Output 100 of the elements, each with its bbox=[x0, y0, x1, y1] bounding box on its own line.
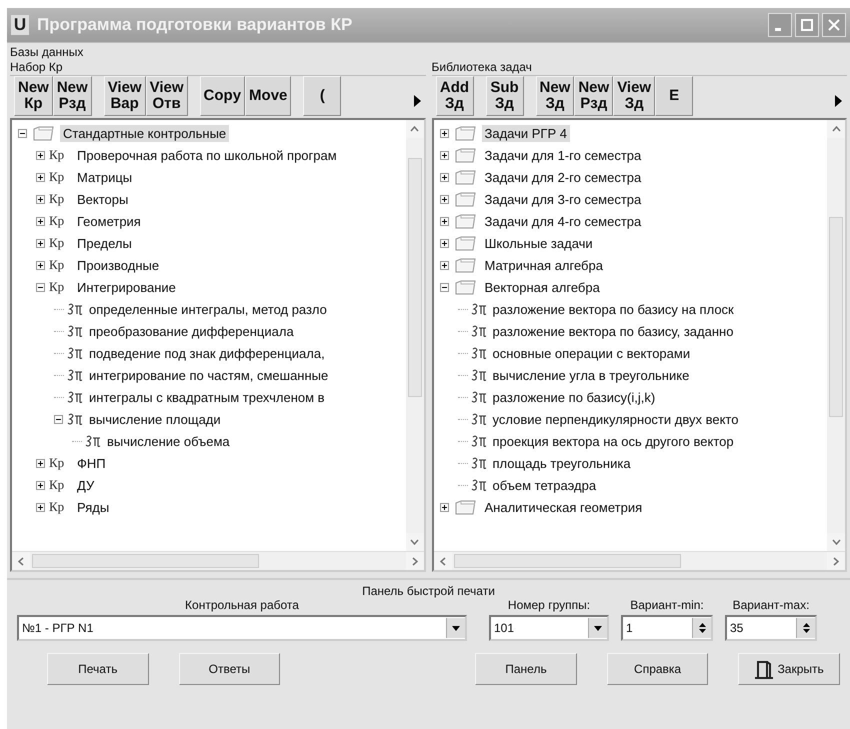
toolbar-button[interactable]: View Вар bbox=[104, 76, 146, 116]
toolbar-button[interactable]: E bbox=[655, 76, 694, 116]
expander-icon[interactable] bbox=[36, 260, 46, 270]
expander-icon[interactable] bbox=[36, 194, 46, 204]
close-button[interactable] bbox=[822, 13, 846, 37]
tree-item[interactable]: Задачи для 3-го семестра bbox=[482, 190, 644, 208]
maximize-button[interactable] bbox=[795, 13, 819, 37]
tree-item[interactable]: Векторная алгебра bbox=[482, 278, 603, 296]
maximize-icon bbox=[800, 18, 814, 32]
tree-item[interactable]: Задачи для 4-го семестра bbox=[482, 212, 644, 230]
expander-icon[interactable] bbox=[440, 150, 450, 160]
expander-icon[interactable] bbox=[440, 128, 450, 138]
vertical-scrollbar[interactable] bbox=[406, 120, 424, 551]
tree-item[interactable]: Интегрирование bbox=[74, 278, 179, 296]
folder-icon bbox=[452, 278, 478, 296]
expander-icon[interactable] bbox=[440, 260, 450, 270]
horizontal-scrollbar[interactable] bbox=[12, 551, 424, 570]
task-icon bbox=[470, 478, 486, 492]
spin-box[interactable]: 35 bbox=[725, 615, 817, 641]
tree-item[interactable]: Задачи РГР 4 bbox=[482, 124, 570, 142]
tree-item[interactable]: разложение вектора по базису, заданно bbox=[490, 322, 736, 340]
expander-icon[interactable] bbox=[36, 458, 46, 468]
item-icon: Кр bbox=[49, 477, 71, 493]
tree-item[interactable]: объем тетраэдра bbox=[490, 476, 600, 494]
scroll-right-icon[interactable] bbox=[412, 94, 422, 108]
toolbar-button[interactable]: Copy bbox=[200, 76, 246, 116]
tree-item[interactable]: условие перпендикулярности двух векто bbox=[490, 410, 742, 428]
horizontal-scrollbar[interactable] bbox=[434, 551, 845, 570]
toolbar-button[interactable]: New Кр bbox=[14, 76, 53, 116]
tree-item[interactable]: проекция вектора на ось другого вектор bbox=[490, 432, 737, 450]
expander-icon[interactable] bbox=[54, 414, 64, 424]
task-icon bbox=[470, 324, 486, 338]
expander-icon[interactable] bbox=[36, 282, 46, 292]
expander-icon[interactable] bbox=[36, 480, 46, 490]
tree-item[interactable]: ФНП bbox=[74, 454, 109, 472]
toolbar-button[interactable]: View Отв bbox=[146, 76, 188, 116]
toolbar-button[interactable]: Move bbox=[245, 76, 292, 116]
tree-item[interactable]: Матрицы bbox=[74, 168, 136, 186]
expander-icon[interactable] bbox=[440, 194, 450, 204]
expander-icon[interactable] bbox=[36, 216, 46, 226]
window-title: Программа подготовки вариантов КР bbox=[37, 15, 354, 35]
expander-icon[interactable] bbox=[36, 502, 46, 512]
expander-icon[interactable] bbox=[440, 216, 450, 226]
tree-item[interactable]: Геометрия bbox=[74, 212, 144, 230]
tree-item[interactable]: интегралы с квадратным трехчленом в bbox=[86, 388, 328, 406]
tree-item[interactable]: определенные интегралы, метод разло bbox=[86, 300, 330, 318]
expander-icon[interactable] bbox=[440, 502, 450, 512]
tree-item[interactable]: разложение вектора по базису на плоск bbox=[490, 300, 737, 318]
tree-item[interactable]: основные операции с векторами bbox=[490, 344, 694, 362]
tree-item[interactable]: интегрирование по частям, смешанные bbox=[86, 366, 332, 384]
toolbar-button[interactable]: New Рзд bbox=[52, 76, 92, 116]
action-button[interactable]: Печать bbox=[47, 653, 149, 685]
tree-item[interactable]: Школьные задачи bbox=[482, 234, 596, 252]
action-button[interactable]: Справка bbox=[606, 653, 708, 685]
dropdown-arrow-icon bbox=[594, 626, 602, 630]
tree-item[interactable]: подведение под знак дифференциала, bbox=[86, 344, 328, 362]
spin-box[interactable]: 1 bbox=[621, 615, 713, 641]
tree-item[interactable]: площадь треугольника bbox=[490, 454, 634, 472]
action-button[interactable]: Ответы bbox=[178, 653, 280, 685]
folder-icon bbox=[452, 124, 478, 142]
toolbar-button[interactable]: ( bbox=[303, 76, 342, 116]
tree-item[interactable]: Стандартные контрольные bbox=[60, 124, 230, 142]
minimize-button[interactable] bbox=[768, 13, 792, 37]
expander-icon[interactable] bbox=[36, 150, 46, 160]
expander-icon[interactable] bbox=[36, 238, 46, 248]
toolbar-button[interactable]: Sub Зд bbox=[486, 76, 524, 116]
tree-item[interactable]: Аналитическая геометрия bbox=[482, 498, 646, 516]
tree-item[interactable]: Матричная алгебра bbox=[482, 256, 606, 274]
vertical-scrollbar[interactable] bbox=[827, 120, 845, 551]
tree-item[interactable]: вычисление объема bbox=[104, 432, 233, 450]
tree-item[interactable]: Ряды bbox=[74, 498, 112, 516]
action-button[interactable]: Панель bbox=[475, 653, 577, 685]
combo-box[interactable]: №1 - РГР N1 bbox=[17, 615, 467, 641]
folder-icon bbox=[452, 212, 478, 230]
tree-item[interactable]: преобразование дифференциала bbox=[86, 322, 297, 340]
tree-item[interactable]: Задачи для 1-го семестра bbox=[482, 146, 644, 164]
tree-item[interactable]: Векторы bbox=[74, 190, 132, 208]
tree-item[interactable]: Производные bbox=[74, 256, 162, 274]
tree-item[interactable]: вычисление площади bbox=[86, 410, 224, 428]
combo-box[interactable]: 101 bbox=[489, 615, 609, 641]
expander-icon[interactable] bbox=[440, 172, 450, 182]
task-icon bbox=[470, 368, 486, 382]
tree-item[interactable]: разложение по базису(i,j,k) bbox=[490, 388, 658, 406]
tree-item[interactable]: вычисление угла в треугольнике bbox=[490, 366, 692, 384]
toolbar-button[interactable]: Add Зд bbox=[436, 76, 474, 116]
folder-icon bbox=[452, 498, 478, 516]
tree-item[interactable]: ДУ bbox=[74, 476, 98, 494]
tree-item[interactable]: Проверочная работа по школьной програм bbox=[74, 146, 340, 164]
toolbar-button[interactable]: View Зд bbox=[613, 76, 656, 116]
task-icon bbox=[470, 302, 486, 316]
scroll-right-icon[interactable] bbox=[833, 94, 843, 108]
expander-icon[interactable] bbox=[440, 238, 450, 248]
tree-item[interactable]: Пределы bbox=[74, 234, 135, 252]
expander-icon[interactable] bbox=[440, 282, 450, 292]
expander-icon[interactable] bbox=[18, 128, 28, 138]
toolbar-button[interactable]: New Зд bbox=[536, 76, 574, 116]
tree-item[interactable]: Задачи для 2-го семестра bbox=[482, 168, 644, 186]
toolbar-button[interactable]: New Рзд bbox=[574, 76, 614, 116]
close-button[interactable]: Закрыть bbox=[738, 653, 840, 685]
expander-icon[interactable] bbox=[36, 172, 46, 182]
